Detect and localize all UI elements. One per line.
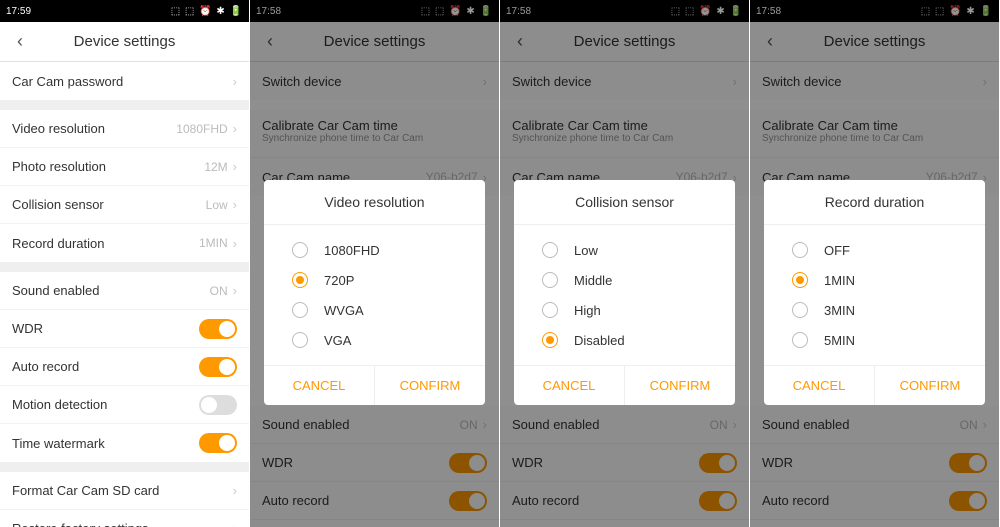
option-label: 5MIN (824, 333, 855, 348)
radio-icon (292, 302, 308, 318)
dialog-options: Low Middle High Disabled (514, 225, 735, 365)
row-time-watermark: Time watermark (0, 424, 249, 462)
chevron-right-icon: › (233, 283, 237, 298)
chevron-right-icon: › (233, 236, 237, 251)
row-auto-record: Auto record (0, 348, 249, 386)
row-record-duration[interactable]: Record duration1MIN› (0, 224, 249, 262)
dialog-option[interactable]: 5MIN (764, 325, 985, 355)
radio-icon (542, 242, 558, 258)
dialog-options: 1080FHD 720P WVGA VGA (264, 225, 485, 365)
toggle-time-watermark[interactable] (199, 433, 237, 453)
dialog-option[interactable]: OFF (764, 235, 985, 265)
chevron-right-icon: › (233, 74, 237, 89)
toggle-motion-detection[interactable] (199, 395, 237, 415)
option-label: Low (574, 243, 598, 258)
dialog-option[interactable]: 3MIN (764, 295, 985, 325)
radio-icon (792, 302, 808, 318)
radio-icon (542, 302, 558, 318)
toggle-auto-record[interactable] (199, 357, 237, 377)
row-carcam-password[interactable]: Car Cam password› (0, 62, 249, 100)
dialog-d3: Record duration OFF 1MIN 3MIN 5MIN CANCEL C… (764, 180, 985, 405)
chevron-right-icon: › (233, 521, 237, 527)
row-video-resolution[interactable]: Video resolution1080FHD› (0, 110, 249, 148)
dialog-option[interactable]: 1MIN (764, 265, 985, 295)
chevron-right-icon: › (233, 121, 237, 136)
row-wdr: WDR (0, 310, 249, 348)
cancel-button[interactable]: CANCEL (764, 366, 875, 405)
row-collision-sensor[interactable]: Collision sensorLow› (0, 186, 249, 224)
dialog-d1: Video resolution 1080FHD 720P WVGA VGA CANC… (264, 180, 485, 405)
dialog-option[interactable]: Middle (514, 265, 735, 295)
dialog-title: Video resolution (264, 180, 485, 225)
screen-1: 17:59⬚ ⬚ ⏰ ✱ 🔋 ‹ Device settings Car Cam… (0, 0, 250, 527)
option-label: 1080FHD (324, 243, 380, 258)
option-label: Middle (574, 273, 612, 288)
row-format-sd[interactable]: Format Car Cam SD card› (0, 472, 249, 510)
option-label: 720P (324, 273, 354, 288)
dialog-title: Record duration (764, 180, 985, 225)
dialog-options: OFF 1MIN 3MIN 5MIN (764, 225, 985, 365)
row-motion-detection: Motion detection (0, 386, 249, 424)
confirm-button[interactable]: CONFIRM (875, 366, 985, 405)
row-photo-resolution[interactable]: Photo resolution12M› (0, 148, 249, 186)
chevron-right-icon: › (233, 197, 237, 212)
option-label: 1MIN (824, 273, 855, 288)
radio-icon (792, 242, 808, 258)
dialog-d2: Collision sensor Low Middle High Disabled C… (514, 180, 735, 405)
toggle-wdr[interactable] (199, 319, 237, 339)
radio-icon (792, 332, 808, 348)
radio-icon (792, 272, 808, 288)
radio-icon (292, 332, 308, 348)
screen-dialog: 17:58⬚ ⬚ ⏰ ✱ 🔋 ‹ Device settings Switch … (750, 0, 1000, 527)
dialog-option[interactable]: Low (514, 235, 735, 265)
header: ‹ Device settings (0, 22, 249, 62)
screen-dialog: 17:58⬚ ⬚ ⏰ ✱ 🔋 ‹ Device settings Switch … (500, 0, 750, 527)
radio-icon (542, 332, 558, 348)
option-label: OFF (824, 243, 850, 258)
radio-icon (292, 272, 308, 288)
row-restore-factory[interactable]: Restore factory settings› (0, 510, 249, 527)
screen-dialog: 17:58⬚ ⬚ ⏰ ✱ 🔋 ‹ Device settings Switch … (250, 0, 500, 527)
back-button[interactable]: ‹ (0, 31, 40, 52)
dialog-option[interactable]: WVGA (264, 295, 485, 325)
option-label: Disabled (574, 333, 625, 348)
confirm-button[interactable]: CONFIRM (625, 366, 735, 405)
radio-icon (292, 242, 308, 258)
confirm-button[interactable]: CONFIRM (375, 366, 485, 405)
dialog-option[interactable]: Disabled (514, 325, 735, 355)
option-label: VGA (324, 333, 351, 348)
chevron-right-icon: › (233, 483, 237, 498)
option-label: 3MIN (824, 303, 855, 318)
dialog-option[interactable]: 1080FHD (264, 235, 485, 265)
chevron-right-icon: › (233, 159, 237, 174)
dialog-option[interactable]: High (514, 295, 735, 325)
option-label: WVGA (324, 303, 364, 318)
dialog-title: Collision sensor (514, 180, 735, 225)
option-label: High (574, 303, 601, 318)
row-sound-enabled[interactable]: Sound enabledON› (0, 272, 249, 310)
cancel-button[interactable]: CANCEL (514, 366, 625, 405)
cancel-button[interactable]: CANCEL (264, 366, 375, 405)
dialog-option[interactable]: 720P (264, 265, 485, 295)
radio-icon (542, 272, 558, 288)
dialog-option[interactable]: VGA (264, 325, 485, 355)
status-bar: 17:59⬚ ⬚ ⏰ ✱ 🔋 (0, 0, 249, 22)
